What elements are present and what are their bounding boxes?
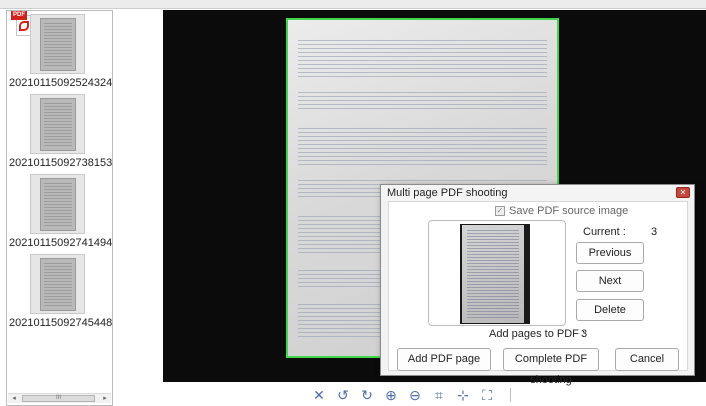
center-icon[interactable]: ⊹ [454,386,472,404]
thumbnail-image [30,174,85,234]
thumbnail-image [30,14,85,74]
expand-icon[interactable]: ⛶ [478,386,496,404]
add-pages-value: 3 [581,328,588,340]
thumbnail-item[interactable]: 20210115092741494.jpg [7,174,113,254]
scrollbar-thumb[interactable]: III [22,395,95,402]
dialog-titlebar[interactable]: Multi page PDF shooting ✕ [381,185,694,201]
next-button[interactable]: Next [576,270,644,292]
zoom-in-icon[interactable]: ⊕ [382,386,400,404]
app-window: PDF 20210115092524324.pdf 20210115092738… [0,0,706,406]
delete-button[interactable]: Delete [576,299,644,321]
current-value: 3 [651,226,658,238]
add-pages-label: Add pages to PDF : [489,328,585,340]
dialog-body: ✓ Save PDF source image Current : 3 Prev… [388,201,688,386]
thumbnail-filename: 20210115092738153.jpg [9,157,113,169]
horizontal-scrollbar[interactable]: ◂ III ▸ [8,393,111,403]
thumbnail-filename: 20210115092524324.pdf [9,77,113,89]
save-source-option[interactable]: ✓ Save PDF source image [495,205,628,217]
thumbnail-image [30,254,85,314]
thumbnail-item[interactable]: 20210115092745448.jpg [7,254,113,334]
dialog-title: Multi page PDF shooting [387,187,508,199]
save-source-label: Save PDF source image [509,205,629,217]
scroll-right-icon[interactable]: ▸ [100,394,110,403]
thumbnail-sidebar: PDF 20210115092524324.pdf 20210115092738… [6,10,113,406]
rotate-left-icon[interactable]: ↺ [334,386,352,404]
current-label: Current : [583,226,626,238]
page-preview [428,220,566,326]
scroll-left-icon[interactable]: ◂ [9,394,19,403]
cancel-button[interactable]: Cancel [615,348,679,371]
multi-page-pdf-dialog: Multi page PDF shooting ✕ ✓ Save PDF sou… [380,184,695,386]
thumbnail-image [30,94,85,154]
fit-icon[interactable]: ✕ [310,386,328,404]
toolbar-divider [510,388,511,402]
add-pdf-page-button[interactable]: Add PDF page [397,348,491,371]
top-bar [0,0,706,9]
zoom-out-icon[interactable]: ⊖ [406,386,424,404]
crop-icon[interactable]: ⌗ [430,386,448,404]
complete-pdf-shooting-button[interactable]: Complete PDF shooting [503,348,599,386]
close-icon[interactable]: ✕ [676,187,690,198]
viewer-toolbar: ✕ ↺ ↻ ⊕ ⊖ ⌗ ⊹ ⛶ [310,386,511,404]
previous-button[interactable]: Previous [576,242,644,264]
rotate-right-icon[interactable]: ↻ [358,386,376,404]
save-source-checkbox[interactable]: ✓ [495,206,505,216]
thumbnail-filename: 20210115092741494.jpg [9,237,113,249]
thumbnail-filename: 20210115092745448.jpg [9,317,113,329]
thumbnail-item[interactable]: 20210115092738153.jpg [7,94,113,174]
thumbnail-item[interactable]: PDF 20210115092524324.pdf [7,11,113,94]
